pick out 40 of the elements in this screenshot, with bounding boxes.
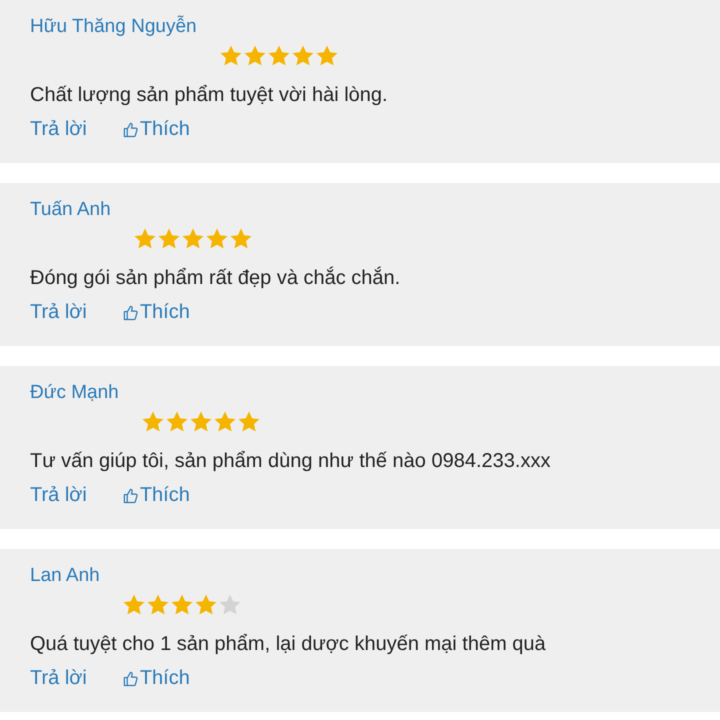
- reviewer-name: Lan Anh: [30, 564, 100, 588]
- thumbs-up-icon: [122, 304, 138, 320]
- like-link[interactable]: Thích: [122, 116, 190, 142]
- review-text: Chất lượng sản phẩm tuyệt vời hài lòng.: [30, 83, 389, 108]
- star-icon: [122, 593, 146, 617]
- like-link[interactable]: Thích: [122, 299, 190, 325]
- reviewer-name: Đức Mạnh: [30, 381, 119, 405]
- star-icon: [180, 227, 205, 251]
- reply-link[interactable]: Trả lời: [30, 116, 87, 142]
- thumbs-up-icon: [122, 486, 138, 504]
- empty-star-icon: [218, 593, 242, 617]
- star-icon: [236, 410, 261, 434]
- star-icon: [228, 227, 253, 251]
- reviewer-name: Hữu Thăng Nguyễn: [30, 14, 197, 39]
- star-icon: [146, 593, 170, 617]
- reply-link[interactable]: Trả lời: [30, 482, 87, 508]
- like-link[interactable]: Thích: [122, 482, 190, 508]
- star-icon: [242, 44, 267, 68]
- star-icon: [156, 227, 181, 251]
- star-icon: [266, 44, 291, 68]
- star-icon: [218, 44, 243, 68]
- star-icon: [314, 44, 339, 68]
- star-icon: [290, 44, 315, 68]
- star-icon: [164, 410, 189, 434]
- review-text: Quá tuyệt cho 1 sản phẩm, lại dược khuyến mại thêm quà: [30, 632, 547, 657]
- star-icon: [170, 593, 194, 617]
- review-text: Đóng gói sản phẩm rất đẹp và chắc chắn.: [30, 266, 402, 291]
- reviewer-name: Tuấn Anh: [30, 198, 111, 222]
- reply-link[interactable]: Trả lời: [30, 665, 87, 691]
- thumbs-up-icon: [122, 120, 138, 138]
- star-icon: [132, 227, 157, 251]
- star-icon: [212, 410, 237, 434]
- review-text: Tư vấn giúp tôi, sản phẩm dùng như thế nào 0984.233.xxx: [30, 449, 552, 474]
- star-icon: [140, 410, 165, 434]
- star-icon: [204, 227, 229, 251]
- reply-link[interactable]: Trả lời: [30, 299, 87, 325]
- like-link[interactable]: Thích: [122, 665, 190, 691]
- thumbs-up-icon: [122, 670, 138, 686]
- star-icon: [194, 593, 218, 617]
- star-icon: [188, 410, 213, 434]
